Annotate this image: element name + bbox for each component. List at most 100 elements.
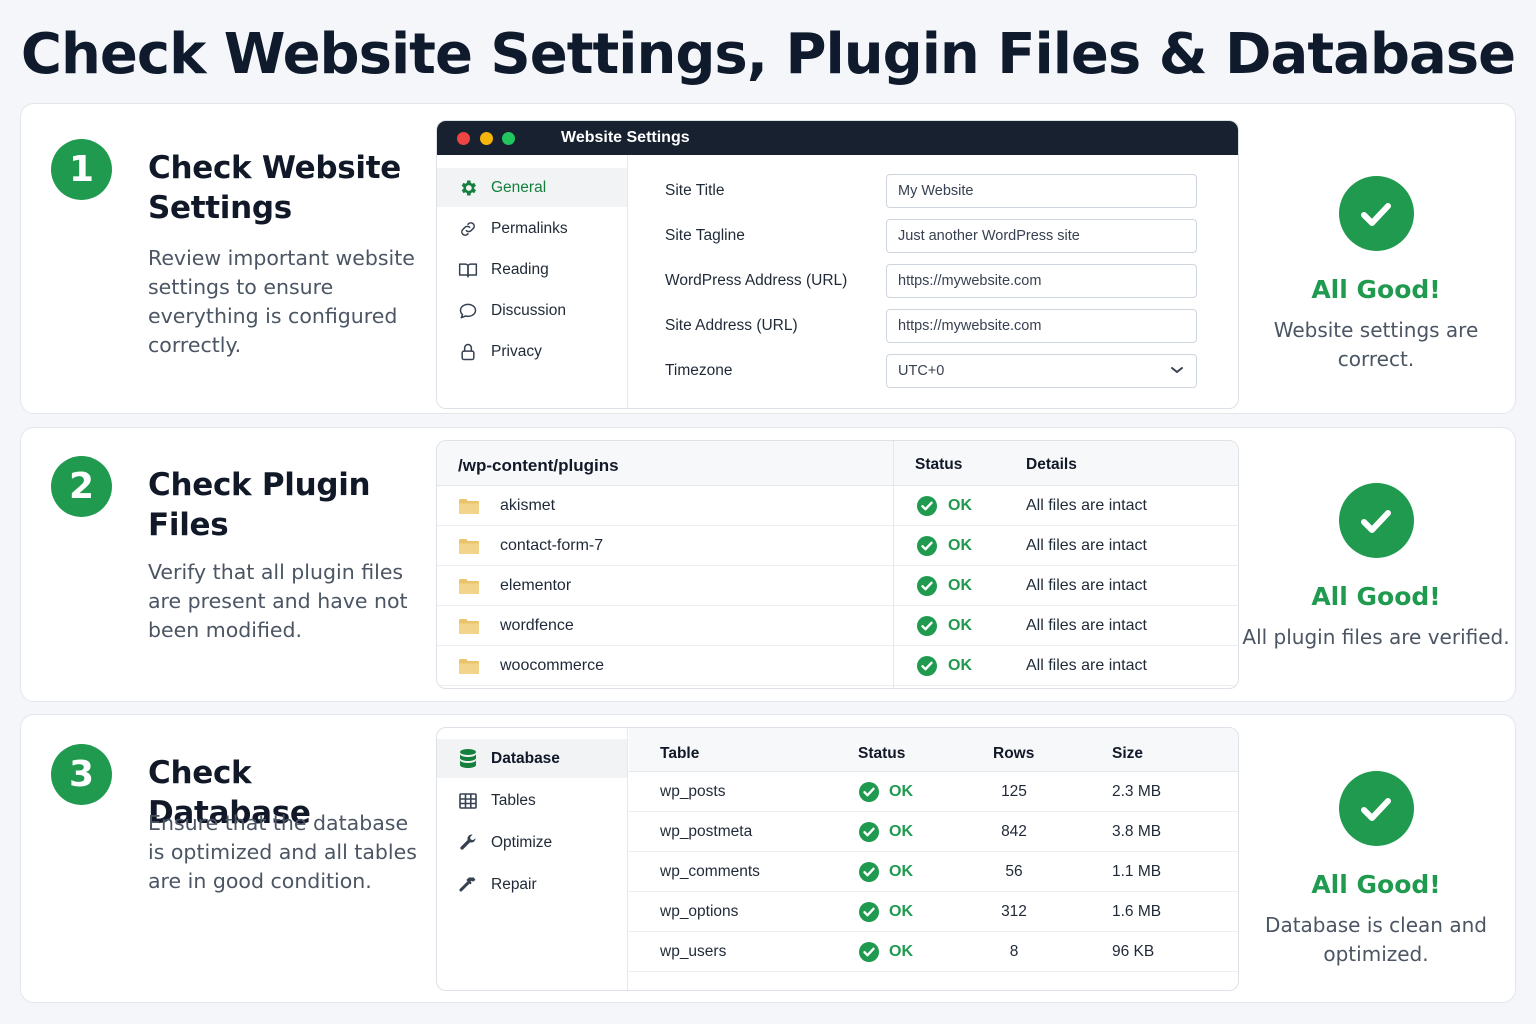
field-label: Site Tagline bbox=[665, 227, 745, 244]
step-title: Check Plugin Files bbox=[148, 467, 371, 543]
database-icon bbox=[457, 748, 479, 770]
status-badge: OK bbox=[948, 577, 972, 594]
db-row-count: 8 bbox=[1009, 943, 1019, 960]
db-table-name: wp_options bbox=[660, 903, 739, 920]
table-header: Table Status Rows Size bbox=[629, 728, 1238, 772]
link-icon bbox=[457, 218, 479, 240]
status-badge: OK bbox=[948, 657, 972, 674]
status-badge: OK bbox=[889, 903, 913, 920]
field-label: Timezone bbox=[665, 362, 733, 379]
sidebar-item-permalinks[interactable]: Permalinks bbox=[437, 209, 627, 248]
table-grid-icon bbox=[457, 790, 479, 812]
table-row[interactable]: akismet OK All files are intact bbox=[437, 486, 1238, 526]
field-label: Site Title bbox=[665, 182, 725, 199]
sidebar-item-repair[interactable]: Repair bbox=[437, 865, 627, 904]
result-title: All Good! bbox=[1311, 582, 1441, 611]
table-row[interactable]: wp_users OK 8 96 KB bbox=[629, 932, 1238, 972]
section-website-settings: 1 Check Website Settings Review importan… bbox=[20, 103, 1516, 414]
timezone-select[interactable]: UTC+0 bbox=[886, 354, 1197, 388]
table-row[interactable]: wp_posts OK 125 2.3 MB bbox=[629, 772, 1238, 812]
status-badge: OK bbox=[889, 783, 913, 800]
sidebar-item-general[interactable]: General bbox=[437, 168, 627, 207]
sidebar-item-label: Discussion bbox=[491, 301, 566, 319]
sidebar-item-label: Repair bbox=[491, 875, 537, 893]
sidebar-item-reading[interactable]: Reading bbox=[437, 250, 627, 289]
result-description: Database is clean and optimized. bbox=[1265, 913, 1487, 966]
sidebar-item-label: General bbox=[491, 178, 547, 196]
checkmark-icon bbox=[1338, 483, 1414, 558]
status-badge: OK bbox=[889, 823, 913, 840]
table-row[interactable]: contact-form-7 OK All files are intact bbox=[437, 526, 1238, 566]
plugin-details: All files are intact bbox=[1026, 617, 1147, 634]
db-row-count: 125 bbox=[1001, 783, 1027, 800]
check-circle-icon bbox=[916, 495, 938, 522]
database-panel: Database Tables Optimize Repair Table St… bbox=[436, 727, 1239, 991]
result-description: Website settings are correct. bbox=[1273, 318, 1479, 371]
database-sidebar: Database Tables Optimize Repair bbox=[437, 728, 628, 990]
column-header-details: Details bbox=[1026, 456, 1077, 473]
minimize-window-dot[interactable] bbox=[480, 132, 493, 145]
sidebar-item-privacy[interactable]: Privacy bbox=[437, 332, 627, 371]
db-table-size: 3.8 MB bbox=[1112, 823, 1162, 840]
folder-icon bbox=[458, 658, 480, 680]
result-summary: All Good! Website settings are correct. bbox=[1237, 176, 1515, 374]
table-row[interactable]: wp_comments OK 56 1.1 MB bbox=[629, 852, 1238, 892]
result-summary: All Good! All plugin files are verified. bbox=[1237, 483, 1515, 652]
check-circle-icon bbox=[858, 821, 880, 848]
table-row[interactable]: elementor OK All files are intact bbox=[437, 566, 1238, 606]
table-header: /wp-content/plugins Status Details bbox=[437, 441, 1238, 486]
form-row-timezone: Timezone UTC+0 bbox=[665, 354, 1205, 388]
column-header-status: Status bbox=[915, 456, 963, 473]
table-row[interactable]: woocommerce OK All files are intact bbox=[437, 646, 1238, 686]
chevron-down-icon bbox=[1170, 363, 1184, 379]
sidebar-item-optimize[interactable]: Optimize bbox=[437, 823, 627, 862]
form-row-site-title: Site Title My Website bbox=[665, 174, 1205, 208]
plugin-name: akismet bbox=[500, 497, 556, 514]
settings-window: Website Settings General Permalinks Read… bbox=[436, 120, 1239, 409]
form-row-site-tagline: Site Tagline Just another WordPress site bbox=[665, 219, 1205, 253]
result-title: All Good! bbox=[1311, 870, 1441, 899]
table-row[interactable]: wp_options OK 312 1.6 MB bbox=[629, 892, 1238, 932]
table-row[interactable]: wp_postmeta OK 842 3.8 MB bbox=[629, 812, 1238, 852]
check-circle-icon bbox=[916, 535, 938, 562]
sidebar-item-label: Reading bbox=[491, 260, 549, 278]
check-circle-icon bbox=[858, 941, 880, 968]
db-table-name: wp_users bbox=[660, 943, 727, 960]
db-row-count: 312 bbox=[1001, 903, 1027, 920]
result-title: All Good! bbox=[1311, 275, 1441, 304]
step-number-badge: 1 bbox=[51, 139, 112, 200]
site-tagline-input[interactable]: Just another WordPress site bbox=[886, 219, 1197, 253]
check-circle-icon bbox=[858, 781, 880, 808]
db-table-name: wp_comments bbox=[660, 863, 760, 880]
window-title-bar: Website Settings bbox=[437, 121, 1238, 155]
site-title-input[interactable]: My Website bbox=[886, 174, 1197, 208]
plugin-details: All files are intact bbox=[1026, 657, 1147, 674]
chat-bubble-icon bbox=[457, 300, 479, 322]
check-circle-icon bbox=[916, 655, 938, 682]
wrench-icon bbox=[457, 832, 479, 854]
db-table-size: 2.3 MB bbox=[1112, 783, 1162, 800]
checkmark-icon bbox=[1338, 176, 1414, 251]
maximize-window-dot[interactable] bbox=[502, 132, 515, 145]
form-row-site-address: Site Address (URL) https://mywebsite.com bbox=[665, 309, 1205, 343]
gear-icon bbox=[457, 177, 479, 199]
plugins-path: /wp-content/plugins bbox=[458, 456, 619, 475]
sidebar-item-database[interactable]: Database bbox=[437, 739, 627, 778]
status-badge: OK bbox=[948, 497, 972, 514]
lock-icon bbox=[457, 341, 479, 363]
sidebar-item-discussion[interactable]: Discussion bbox=[437, 291, 627, 330]
wordpress-address-input[interactable]: https://mywebsite.com bbox=[886, 264, 1197, 298]
plugin-details: All files are intact bbox=[1026, 577, 1147, 594]
step-title: Check Website Settings bbox=[148, 150, 401, 226]
db-row-count: 842 bbox=[1001, 823, 1027, 840]
plugin-name: contact-form-7 bbox=[500, 537, 604, 554]
page-title: Check Website Settings, Plugin Files & D… bbox=[20, 22, 1516, 87]
status-badge: OK bbox=[948, 617, 972, 634]
close-window-dot[interactable] bbox=[457, 132, 470, 145]
db-table-size: 1.1 MB bbox=[1112, 863, 1162, 880]
db-table-name: wp_postmeta bbox=[660, 823, 753, 840]
sidebar-item-tables[interactable]: Tables bbox=[437, 781, 627, 820]
site-address-input[interactable]: https://mywebsite.com bbox=[886, 309, 1197, 343]
hammer-icon bbox=[457, 874, 479, 896]
table-row[interactable]: wordfence OK All files are intact bbox=[437, 606, 1238, 646]
